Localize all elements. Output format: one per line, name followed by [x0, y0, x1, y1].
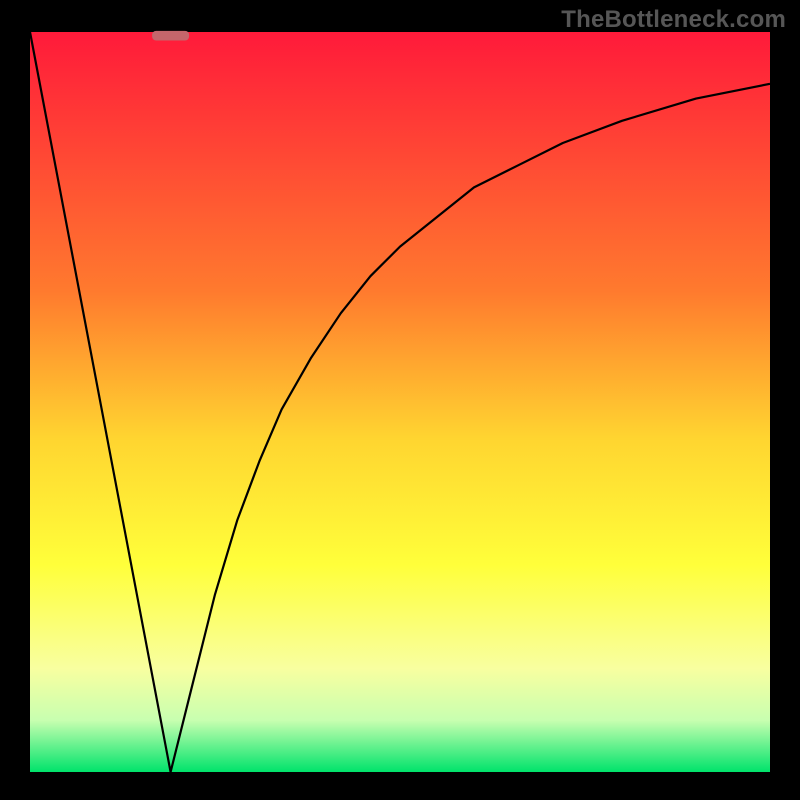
chart-frame: TheBottleneck.com	[0, 0, 800, 800]
optimum-marker	[152, 31, 189, 41]
chart-svg	[0, 0, 800, 800]
watermark-text: TheBottleneck.com	[561, 6, 786, 34]
plot-background	[30, 32, 770, 772]
